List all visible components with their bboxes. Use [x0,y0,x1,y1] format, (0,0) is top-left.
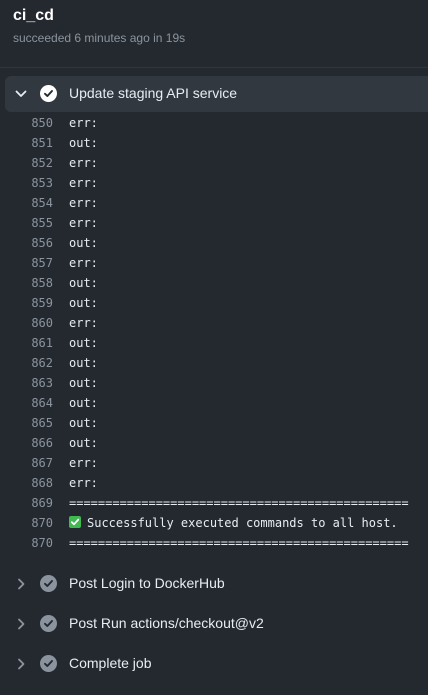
log-line-number[interactable]: 854 [0,193,53,213]
step-label: Post Run actions/checkout@v2 [69,615,264,631]
log-line-number[interactable]: 859 [0,293,53,313]
check-circle-icon [40,575,57,592]
log-line: 861 out: [0,333,428,353]
check-circle-icon [40,615,57,632]
log-line-number[interactable]: 850 [0,113,53,133]
white-check-mark-icon [69,516,81,528]
log-line-text: out: [69,396,98,410]
job-title: ci_cd [13,7,54,24]
log-line-number[interactable]: 857 [0,253,53,273]
chevron-right-icon[interactable] [14,657,28,671]
chevron-right-icon[interactable] [14,617,28,631]
log-line: 858 out: [0,273,428,293]
log-line-number[interactable]: 866 [0,433,53,453]
log-line-number[interactable]: 851 [0,133,53,153]
log-line: 860 err: [0,313,428,333]
log-line-text: err: [69,116,98,130]
job-status-summary: succeeded 6 minutes ago in 19s [13,31,186,45]
log-line-number[interactable]: 870 [0,533,53,553]
log-line: 854 err: [0,193,428,213]
log-line-text: err: [69,256,98,270]
log-line-text: out: [69,136,98,150]
log-line: 857 err: [0,253,428,273]
log-line-number[interactable]: 870 [0,513,53,533]
log-line-number[interactable]: 856 [0,233,53,253]
log-line-text: out: [69,436,98,450]
log-line-text: err: [69,176,98,190]
log-line: 851 out: [0,133,428,153]
log-line-text: out: [69,356,98,370]
log-line-text: out: [69,416,98,430]
step-post-run-actions-checkout[interactable]: Post Run actions/checkout@v2 [5,606,428,642]
check-circle-icon [40,85,57,102]
log-line: 856 out: [0,233,428,253]
log-line: 866 out: [0,433,428,453]
log-line-text: err: [69,316,98,330]
chevron-down-icon[interactable] [14,87,28,101]
log-line: 853 err: [0,173,428,193]
log-line-number[interactable]: 867 [0,453,53,473]
log-line-text: err: [69,196,98,210]
log-line-text: out: [69,296,98,310]
log-line-text: err: [69,476,98,490]
log-line-text-wrap: Successfully executed commands to all ho… [69,513,398,533]
check-circle-icon [40,655,57,672]
log-line-text: ========================================… [69,496,409,510]
log-line: 855 err: [0,213,428,233]
log-line: 869 =====================================… [0,493,428,513]
log-line-text: out: [69,276,98,290]
log-line-number[interactable]: 860 [0,313,53,333]
log-line: 859 out: [0,293,428,313]
log-line-number[interactable]: 865 [0,413,53,433]
job-header: ci_cd succeeded 6 minutes ago in 19s [0,0,428,68]
log-line-number[interactable]: 863 [0,373,53,393]
log-line-success: 870 Successfully executed commands to all… [0,513,428,533]
chevron-right-icon[interactable] [14,577,28,591]
log-line-number[interactable]: 868 [0,473,53,493]
log-line-text: ========================================… [69,536,409,550]
log-line: 862 out: [0,353,428,373]
log-line-number[interactable]: 852 [0,153,53,173]
log-line: 864 out: [0,393,428,413]
log-line-number[interactable]: 864 [0,393,53,413]
log-line-text: Successfully executed commands to all ho… [87,516,398,530]
log-line: 852 err: [0,153,428,173]
log-line-text: out: [69,376,98,390]
step-label: Complete job [69,655,152,671]
step-log: 850 err: 851 out: 852 err: 853 err: 854 err: … [0,113,428,553]
log-line: 867 err: [0,453,428,473]
log-line: 868 err: [0,473,428,493]
log-line: 850 err: [0,113,428,133]
step-post-login-to-dockerhub[interactable]: Post Login to DockerHub [5,566,428,602]
log-line-number[interactable]: 869 [0,493,53,513]
log-line: 870 =====================================… [0,533,428,553]
step-complete-job[interactable]: Complete job [5,646,428,682]
log-line-text: out: [69,336,98,350]
log-line-number[interactable]: 861 [0,333,53,353]
log-line-number[interactable]: 862 [0,353,53,373]
log-line-text: err: [69,156,98,170]
log-line: 863 out: [0,373,428,393]
log-line-text: err: [69,456,98,470]
log-line-number[interactable]: 855 [0,213,53,233]
log-line-text: err: [69,216,98,230]
log-line: 865 out: [0,413,428,433]
log-line-number[interactable]: 858 [0,273,53,293]
step-label: Post Login to DockerHub [69,575,225,591]
step-label: Update staging API service [69,85,238,101]
log-line-number[interactable]: 853 [0,173,53,193]
step-update-staging-api-service[interactable]: Update staging API service [5,76,428,112]
log-line-text: out: [69,236,98,250]
